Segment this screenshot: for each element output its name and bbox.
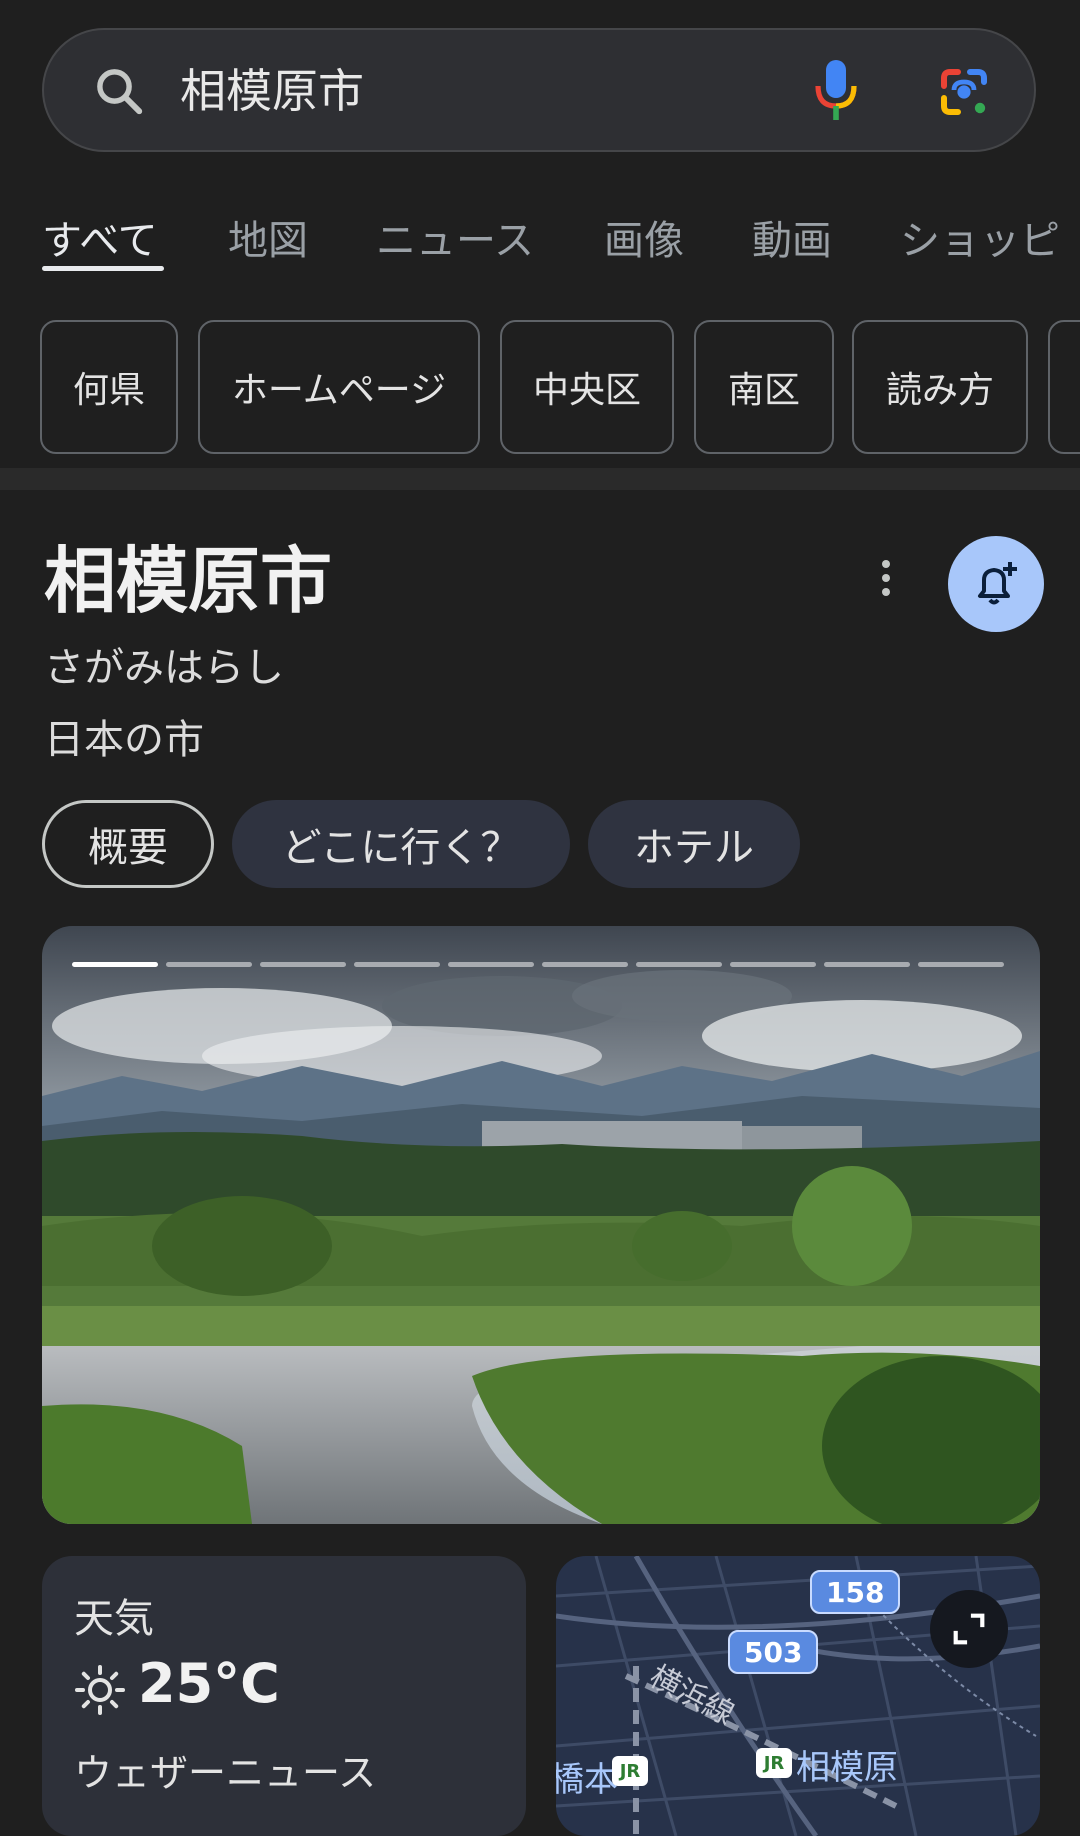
chip-homepage[interactable]: ホームページ: [198, 320, 480, 454]
more-options-icon[interactable]: [868, 560, 904, 604]
pill-hotels[interactable]: ホテル: [588, 800, 800, 888]
entity-title: 相模原市: [44, 539, 333, 623]
google-lens-icon[interactable]: [938, 66, 990, 118]
section-divider: [0, 468, 1080, 490]
expand-map-button[interactable]: [930, 1590, 1008, 1668]
weather-card[interactable]: 天気 25°C ウェザーニュース: [42, 1556, 526, 1836]
map-card[interactable]: 158 503 横浜線 JR 相模原 橋本 JR: [556, 1556, 1040, 1836]
active-tab-indicator: [42, 266, 164, 271]
jr-station-icon-left: JR: [612, 1756, 648, 1786]
progress-segment: [72, 962, 158, 967]
jr-station-icon: JR: [756, 1748, 792, 1778]
tab-news[interactable]: ニュース: [376, 210, 534, 272]
progress-segment: [636, 962, 722, 967]
progress-segment: [730, 962, 816, 967]
entity-description: 日本の市: [44, 717, 204, 763]
chip-minami-ku[interactable]: 南区: [694, 320, 834, 454]
tab-all[interactable]: すべて: [42, 210, 158, 272]
weather-temperature: 25°C: [138, 1652, 280, 1715]
weather-source: ウェザーニュース: [74, 1751, 377, 1795]
progress-segment: [918, 962, 1004, 967]
sun-icon: [75, 1665, 125, 1715]
tab-maps[interactable]: 地図: [228, 210, 308, 272]
weather-title: 天気: [74, 1596, 154, 1642]
suggestion-chips: 何県 ホームページ 中央区 南区 読み方: [0, 318, 1080, 458]
slideshow-progress: [72, 962, 1006, 968]
chip-which-prefecture[interactable]: 何県: [40, 320, 178, 454]
follow-notification-button[interactable]: [948, 536, 1044, 632]
pill-overview[interactable]: 概要: [42, 800, 214, 888]
landscape-photo[interactable]: [42, 926, 1040, 1524]
station-label: 相模原: [796, 1748, 898, 1788]
progress-segment: [824, 962, 910, 967]
search-bar[interactable]: 相模原市: [42, 28, 1036, 152]
tab-videos[interactable]: 動画: [752, 210, 832, 272]
tab-images[interactable]: 画像: [604, 210, 684, 272]
bell-plus-icon: [978, 562, 1017, 605]
progress-segment: [542, 962, 628, 967]
chip-reading[interactable]: 読み方: [852, 320, 1028, 454]
expand-icon: [953, 1613, 985, 1645]
entity-reading: さがみはらし: [44, 645, 284, 691]
chip-more[interactable]: [1048, 320, 1080, 454]
search-icon: [97, 69, 143, 115]
chip-chuo-ku[interactable]: 中央区: [500, 320, 674, 454]
tab-shopping[interactable]: ショッピ: [900, 210, 1060, 272]
progress-segment: [166, 962, 252, 967]
pill-where-to-go[interactable]: どこに行く？: [232, 800, 570, 888]
progress-segment: [448, 962, 534, 967]
progress-segment: [354, 962, 440, 967]
progress-segment: [260, 962, 346, 967]
microphone-icon[interactable]: [814, 58, 858, 124]
station-label-left: 橋本: [556, 1760, 618, 1800]
route-badge-158: 158: [810, 1570, 901, 1614]
route-badge-503: 503: [728, 1630, 819, 1674]
search-query[interactable]: 相模原市: [180, 58, 364, 124]
